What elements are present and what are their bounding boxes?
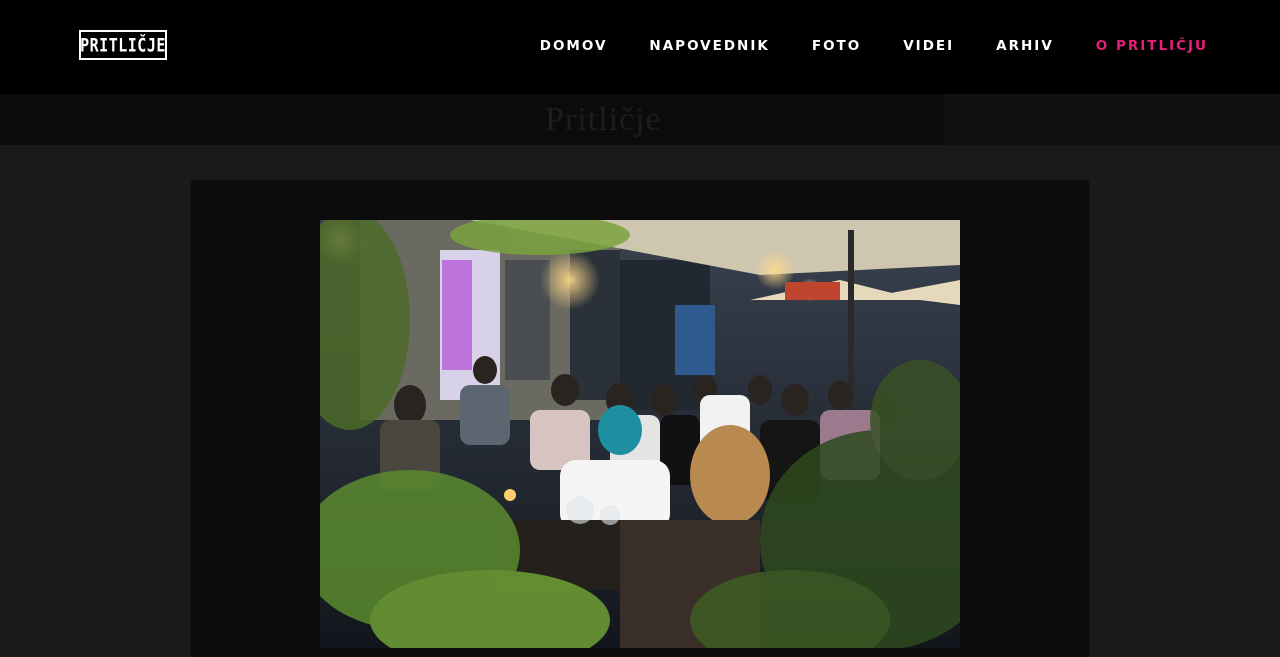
nav-item-domov[interactable]: DOMOV	[540, 38, 608, 54]
nav-item-o-pritlicju[interactable]: O PRITLIČJU	[1096, 38, 1208, 54]
page-title-bar-left	[0, 94, 944, 145]
photo-illustration	[320, 220, 960, 648]
page-title-bar: Pritličje	[0, 94, 1280, 145]
logo-text: PRITLIČJE	[80, 33, 166, 57]
terrace-photo[interactable]	[320, 220, 960, 648]
nav-item-napovednik[interactable]: NAPOVEDNIK	[649, 38, 769, 54]
top-navigation-bar: PRITLIČJE DOMOV NAPOVEDNIK FOTO VIDEI AR…	[0, 0, 1280, 94]
nav-item-foto[interactable]: FOTO	[812, 38, 861, 54]
site-logo[interactable]: PRITLIČJE	[79, 30, 167, 60]
nav-item-arhiv[interactable]: ARHIV	[996, 38, 1054, 54]
main-nav: DOMOV NAPOVEDNIK FOTO VIDEI ARHIV O PRIT…	[498, 38, 1208, 54]
page-title-faded: Pritličje	[545, 101, 662, 138]
nav-item-videi[interactable]: VIDEI	[903, 38, 954, 54]
